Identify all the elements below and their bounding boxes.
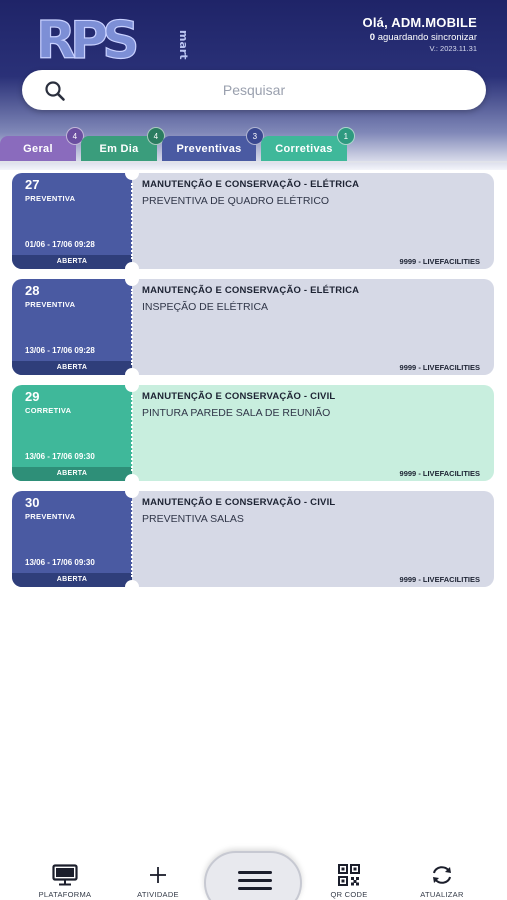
card-summary: 30 PREVENTIVA 13/06 - 17/06 09:30 ABERTA	[12, 491, 132, 587]
work-order-card[interactable]: 27 PREVENTIVA 01/06 - 17/06 09:28 ABERTA…	[12, 173, 494, 269]
app-logo: RPS mart	[34, 10, 204, 71]
card-details: MANUTENÇÃO E CONSERVAÇÃO - ELÉTRICA INSP…	[132, 279, 494, 375]
order-date-range: 13/06 - 17/06 09:30	[25, 452, 95, 461]
order-category: MANUTENÇÃO E CONSERVAÇÃO - ELÉTRICA	[142, 179, 360, 190]
order-owner: 9999 - LIVEFACILITIES	[399, 575, 480, 584]
ticket-notch	[125, 262, 139, 269]
ticket-perforation	[131, 395, 133, 471]
order-date-range: 13/06 - 17/06 09:30	[25, 558, 95, 567]
ticket-perforation	[131, 501, 133, 577]
nav-atividade[interactable]: ATIVIDADE	[118, 864, 198, 899]
card-summary: 27 PREVENTIVA 01/06 - 17/06 09:28 ABERTA	[12, 173, 132, 269]
tab-geral[interactable]: Geral 4	[0, 127, 84, 162]
order-description: INSPEÇÃO DE ELÉTRICA	[142, 301, 269, 313]
hamburger-menu-icon	[238, 871, 272, 895]
logo-text: RPS	[36, 11, 136, 66]
order-description: PREVENTIVA DE QUADRO ELÉTRICO	[142, 195, 330, 207]
rps-logo-icon: RPS mart	[35, 10, 190, 71]
order-description: PINTURA PAREDE SALA DE REUNIÃO	[142, 407, 331, 419]
order-number: 28	[25, 283, 40, 298]
nav-label: QR CODE	[330, 890, 368, 899]
ticket-notch	[125, 474, 139, 481]
work-order-card[interactable]: 30 PREVENTIVA 13/06 - 17/06 09:30 ABERTA…	[12, 491, 494, 587]
tab-preventivas[interactable]: Preventivas 3	[162, 127, 264, 162]
ticket-notch	[125, 580, 139, 587]
order-category: MANUTENÇÃO E CONSERVAÇÃO - ELÉTRICA	[142, 285, 360, 296]
order-number: 29	[25, 389, 40, 404]
work-order-card[interactable]: 29 CORRETIVA 13/06 - 17/06 09:30 ABERTA …	[12, 385, 494, 481]
order-category: MANUTENÇÃO E CONSERVAÇÃO - CIVIL	[142, 391, 336, 402]
order-status: ABERTA	[12, 255, 132, 269]
card-details: MANUTENÇÃO E CONSERVAÇÃO - ELÉTRICA PREV…	[132, 173, 494, 269]
order-category: MANUTENÇÃO E CONSERVAÇÃO - CIVIL	[142, 497, 336, 508]
card-summary: 29 CORRETIVA 13/06 - 17/06 09:30 ABERTA	[12, 385, 132, 481]
search-input[interactable]: Pesquisar	[22, 82, 486, 98]
user-greeting: Olá, ADM.MOBILE 0 aguardando sincronizar…	[363, 15, 477, 53]
ticket-notch	[125, 368, 139, 375]
filter-tabs: Geral 4 Em Dia 4 Preventivas 3 Corretiva…	[0, 126, 507, 162]
order-date-range: 01/06 - 17/06 09:28	[25, 240, 95, 249]
tab-em-dia[interactable]: Em Dia 4	[81, 127, 165, 162]
order-owner: 9999 - LIVEFACILITIES	[399, 363, 480, 372]
order-type: CORRETIVA	[25, 406, 72, 415]
order-type: PREVENTIVA	[25, 300, 76, 309]
order-status: ABERTA	[12, 573, 132, 587]
order-owner: 9999 - LIVEFACILITIES	[399, 257, 480, 266]
tab-count-badge: 1	[337, 127, 355, 145]
nav-atualizar[interactable]: ATUALIZAR	[402, 864, 482, 899]
card-summary: 28 PREVENTIVA 13/06 - 17/06 09:28 ABERTA	[12, 279, 132, 375]
order-owner: 9999 - LIVEFACILITIES	[399, 469, 480, 478]
order-description: PREVENTIVA SALAS	[142, 513, 244, 525]
logo-subtext: mart	[177, 30, 190, 60]
order-status: ABERTA	[12, 361, 132, 375]
order-number: 27	[25, 177, 40, 192]
tab-label: Preventivas	[176, 143, 242, 155]
ticket-perforation	[131, 183, 133, 259]
tab-divider	[0, 161, 507, 163]
order-type: PREVENTIVA	[25, 194, 76, 203]
nav-label: ATIVIDADE	[137, 890, 179, 899]
card-details: MANUTENÇÃO E CONSERVAÇÃO - CIVIL PREVENT…	[132, 491, 494, 587]
tab-label: Corretivas	[275, 143, 333, 155]
tab-corretivas[interactable]: Corretivas 1	[261, 127, 355, 162]
refresh-icon	[402, 864, 482, 886]
nav-label: ATUALIZAR	[420, 890, 464, 899]
main-menu-button[interactable]	[204, 851, 302, 900]
nav-qr-code[interactable]: QR CODE	[309, 864, 389, 899]
ticket-perforation	[131, 289, 133, 365]
tab-label: Geral	[23, 143, 53, 155]
plus-icon	[118, 864, 198, 886]
nav-label: PLATAFORMA	[38, 890, 92, 899]
app-version: V.: 2023.11.31	[429, 44, 477, 53]
qr-code-icon	[309, 864, 389, 886]
order-number: 30	[25, 495, 40, 510]
card-details: MANUTENÇÃO E CONSERVAÇÃO - CIVIL PINTURA…	[132, 385, 494, 481]
sync-status: 0 aguardando sincronizar	[363, 32, 477, 43]
monitor-icon	[25, 864, 105, 886]
order-status: ABERTA	[12, 467, 132, 481]
work-order-card[interactable]: 28 PREVENTIVA 13/06 - 17/06 09:28 ABERTA…	[12, 279, 494, 375]
order-type: PREVENTIVA	[25, 512, 76, 521]
search-bar[interactable]: Pesquisar	[22, 70, 486, 110]
tab-label: Em Dia	[99, 143, 139, 155]
greeting-text: Olá, ADM.MOBILE	[362, 15, 477, 30]
sync-text: aguardando sincronizar	[375, 32, 477, 43]
order-date-range: 13/06 - 17/06 09:28	[25, 346, 95, 355]
nav-plataforma[interactable]: PLATAFORMA	[25, 864, 105, 899]
